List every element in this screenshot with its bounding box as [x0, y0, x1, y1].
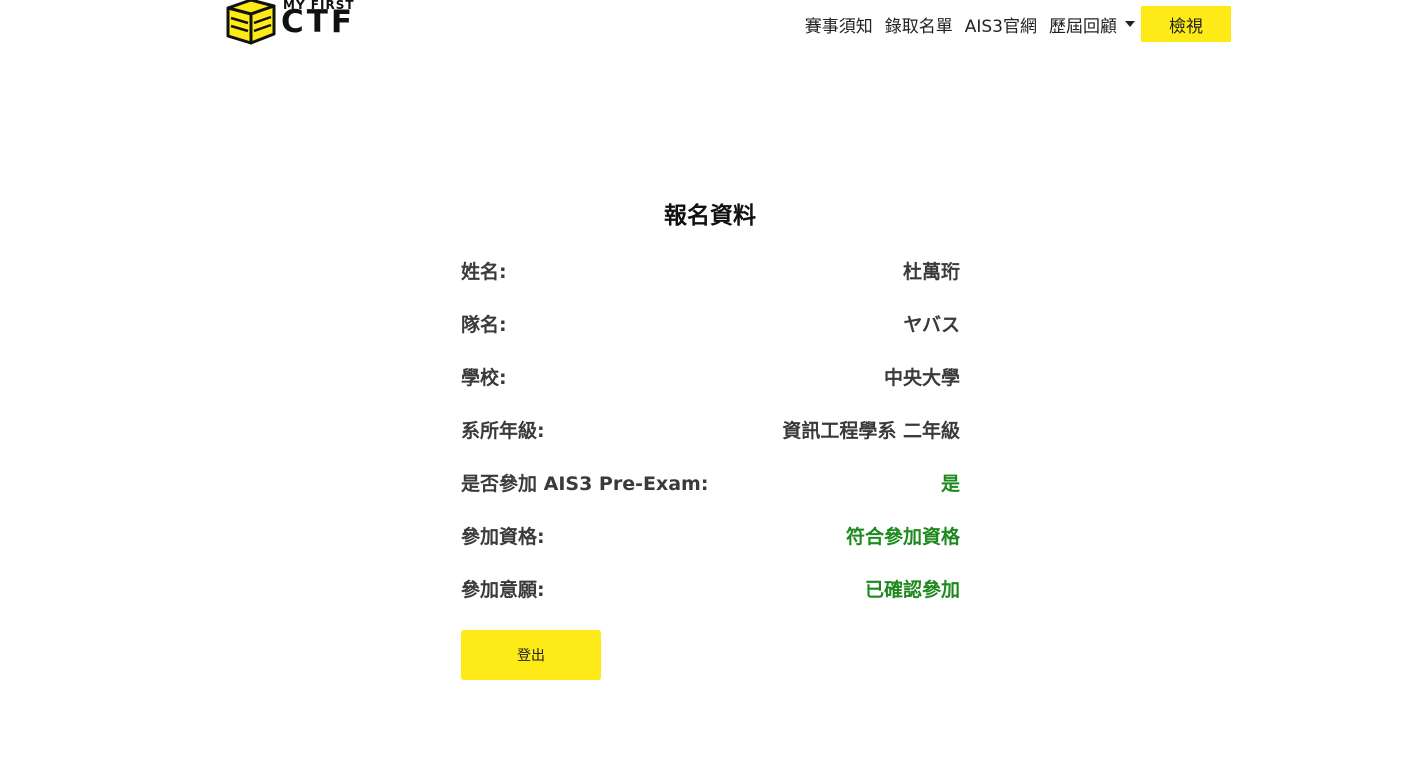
view-button[interactable]: 檢視: [1141, 6, 1231, 42]
logo-title: CTF: [281, 4, 356, 40]
info-label: 學校:: [461, 367, 507, 389]
page-title: 報名資料: [664, 203, 756, 229]
info-value: 中央大學: [883, 367, 960, 389]
status-value: 是: [940, 473, 960, 495]
caret-down-icon: [1125, 21, 1135, 27]
status-value: 已確認參加: [864, 579, 960, 601]
nav-link-competition-info[interactable]: 賽事須知: [805, 12, 873, 37]
info-row-team: 隊名: ヤバス: [461, 310, 960, 363]
info-label: 隊名:: [461, 314, 507, 336]
info-row-department: 系所年級: 資訊工程學系 二年級: [461, 416, 960, 469]
registration-info-list: 姓名: 杜萬珩 隊名: ヤバス 學校: 中央大學 系所年級: 資訊工程學系 二年…: [461, 257, 960, 628]
nav-dropdown-label: 歷屆回顧: [1049, 16, 1117, 37]
info-row-intention: 參加意願: 已確認參加: [461, 575, 960, 628]
info-label: 參加意願:: [461, 579, 545, 601]
info-label: 參加資格:: [461, 526, 545, 548]
info-value: 杜萬珩: [902, 261, 960, 283]
info-value: 資訊工程學系 二年級: [782, 420, 960, 442]
info-value: ヤバス: [903, 314, 960, 336]
nav-dropdown-past-review[interactable]: 歷屆回顧: [1049, 12, 1135, 37]
top-nav: 賽事須知 錄取名單 AIS3官網 歷屆回顧 檢視: [805, 6, 1231, 42]
info-label: 是否參加 AIS3 Pre-Exam:: [461, 473, 709, 495]
status-value: 符合參加資格: [845, 526, 960, 548]
logout-button[interactable]: 登出: [461, 630, 601, 680]
nav-link-ais3-official[interactable]: AIS3官網: [965, 12, 1037, 37]
info-row-school: 學校: 中央大學: [461, 363, 960, 416]
site-logo[interactable]: MY FIRST CTF: [224, 0, 374, 46]
info-row-pre-exam: 是否參加 AIS3 Pre-Exam: 是: [461, 469, 960, 522]
nav-link-admission-list[interactable]: 錄取名單: [885, 12, 953, 37]
cube-logo-icon: [226, 0, 276, 45]
info-row-name: 姓名: 杜萬珩: [461, 257, 960, 310]
info-row-eligibility: 參加資格: 符合參加資格: [461, 522, 960, 575]
info-label: 姓名:: [461, 261, 507, 283]
info-label: 系所年級:: [461, 420, 545, 442]
